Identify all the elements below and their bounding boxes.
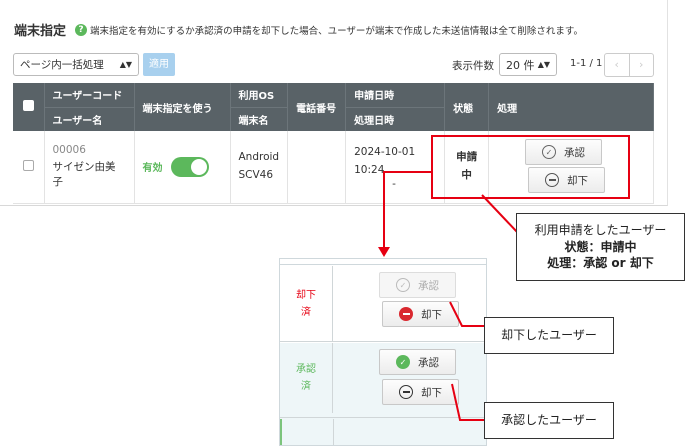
example-header-strip [280, 259, 486, 265]
callout-line: 処理：承認 or 却下 [547, 256, 654, 271]
callout-line: 利用申請をしたユーザー [534, 222, 667, 237]
minus-circle-icon [399, 307, 413, 321]
arrow-down-icon [378, 247, 390, 257]
rejected-status: 却下 済 [280, 266, 333, 341]
approve-label: 承認 [418, 356, 439, 369]
count-value: 20 件 [506, 58, 535, 72]
row-select-cell [13, 131, 45, 204]
select-all-cell [13, 83, 45, 131]
panel-title: 端末指定 [14, 24, 67, 39]
header-applied-at[interactable]: 申請日時 [345, 83, 446, 107]
row-checkbox[interactable] [22, 159, 34, 171]
device-name: SCV46 [238, 168, 274, 181]
toggle-label: 有効 [142, 163, 163, 175]
os-name: Android [238, 150, 280, 163]
callout-applicant: 利用申請をしたユーザー 状態：申請中 処理：承認 or 却下 [516, 213, 685, 281]
page-info: 1-1 / 1 [570, 58, 603, 69]
approve-label: 承認 [418, 279, 439, 292]
rejected-status-line1: 却下 [296, 289, 316, 301]
next-page-icon[interactable]: › [630, 54, 654, 76]
header-os[interactable]: 利用OS [230, 83, 289, 107]
callout-approved: 承認したユーザー [484, 402, 614, 439]
count-label: 表示件数 [452, 60, 494, 72]
header-user-name[interactable]: ユーザー名 [44, 106, 135, 131]
approve-button-active[interactable]: ✓ 承認 [379, 349, 456, 375]
header-processed-at[interactable]: 処理日時 [345, 106, 446, 131]
callout-pointer [451, 383, 484, 421]
approved-status: 承認 済 [280, 343, 333, 413]
count-select[interactable]: 20 件 ▲▼ [499, 53, 557, 76]
header-use-device[interactable]: 端末指定を使う [134, 83, 231, 131]
callout-rejected: 却下したユーザー [484, 317, 614, 354]
arrow-line [383, 171, 385, 249]
user-cell: 00006 サイゼン由美子 [44, 131, 135, 204]
select-arrows-icon: ▲▼ [537, 60, 550, 69]
minus-circle-icon [399, 385, 413, 399]
header-status[interactable]: 状態 [444, 83, 490, 131]
highlight-box [431, 135, 630, 199]
user-code: 00006 [52, 144, 86, 157]
callout-line: 状態：申請中 [564, 239, 637, 254]
select-all-checkbox[interactable] [22, 100, 34, 111]
header-user-code[interactable]: ユーザーコード [44, 83, 135, 107]
bulk-action-select[interactable]: ページ内一括処理 ▲▼ [13, 53, 139, 76]
reject-label: 却下 [421, 386, 442, 399]
header-action: 処理 [488, 83, 654, 131]
phone-cell [287, 131, 347, 204]
approved-status-line2: 済 [301, 381, 311, 392]
callout-line: 却下したユーザー [501, 328, 597, 343]
user-name: サイゼン由美子 [52, 161, 116, 189]
check-icon: ✓ [396, 355, 410, 369]
prev-page-icon[interactable]: ‹ [605, 54, 630, 76]
applied-date: 2024-10-01 [354, 145, 416, 158]
approved-status-line1: 承認 [296, 364, 316, 375]
rejected-status-line2: 済 [301, 306, 311, 318]
check-icon: ✓ [396, 278, 410, 292]
arrow-line [383, 171, 432, 173]
callout-pointer [449, 301, 484, 327]
panel-description: 端末指定を有効にするか承認済の申請を却下した場合、ユーザーが端末で作成した未送信… [90, 25, 583, 37]
callout-line: 承認したユーザー [501, 413, 597, 428]
pager: ‹ › [604, 53, 654, 77]
date-cell: 2024-10-01 10:24 - [345, 131, 446, 204]
header-phone[interactable]: 電話番号 [287, 83, 347, 131]
device-toggle[interactable] [170, 156, 209, 177]
bulk-action-value: ページ内一括処理 [20, 59, 104, 71]
reject-label: 却下 [421, 308, 442, 321]
header-device-name[interactable]: 端末名 [230, 106, 289, 131]
os-cell: Android SCV46 [230, 131, 289, 204]
column-divider [333, 419, 334, 445]
apply-button[interactable]: 適用 [143, 53, 175, 76]
row-marker [280, 419, 282, 445]
select-arrows-icon: ▲▼ [119, 60, 132, 69]
approve-button-disabled: ✓ 承認 [379, 272, 456, 298]
panel-header: 端末指定 ? 端末指定を有効にするか承認済の申請を却下した場合、ユーザーが端末で… [14, 20, 583, 39]
processed-at: - [392, 178, 396, 191]
use-device-cell: 有効 [134, 131, 231, 204]
question-icon: ? [75, 23, 88, 36]
